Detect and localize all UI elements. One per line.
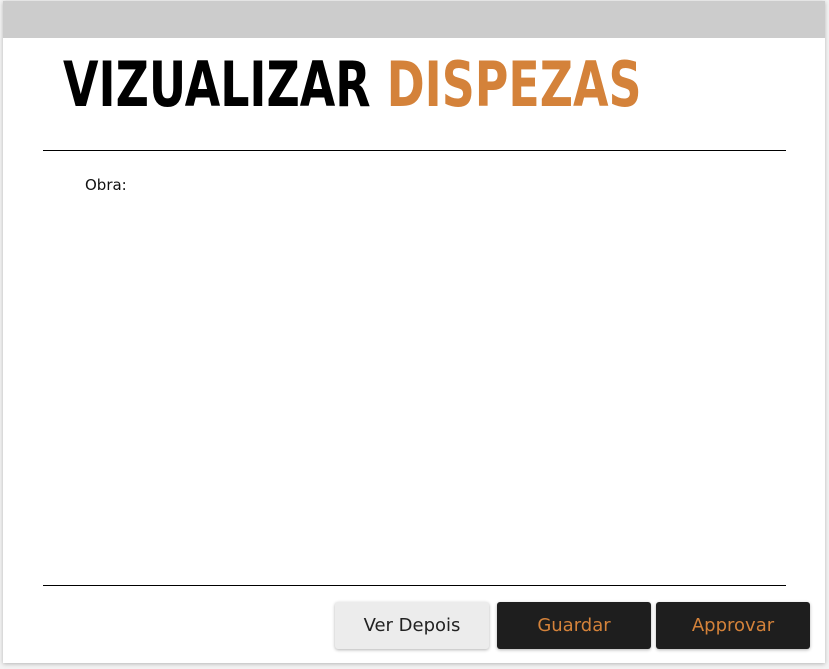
window-titlebar[interactable] [3,1,825,38]
top-divider [43,150,786,151]
obra-label: Obra: [85,176,127,194]
page-title-main: VIZUALIZAR [63,48,371,121]
page-title-accent: DISPEZAS [386,48,642,121]
ver-depois-button[interactable]: Ver Depois [335,602,489,649]
dialog-window: VIZUALIZAR DISPEZAS Obra: Ver Depois Gua… [3,1,825,663]
approvar-button[interactable]: Approvar [656,602,810,649]
guardar-button[interactable]: Guardar [497,602,651,649]
bottom-divider [43,585,786,586]
page-title: VIZUALIZAR DISPEZAS [63,45,642,125]
